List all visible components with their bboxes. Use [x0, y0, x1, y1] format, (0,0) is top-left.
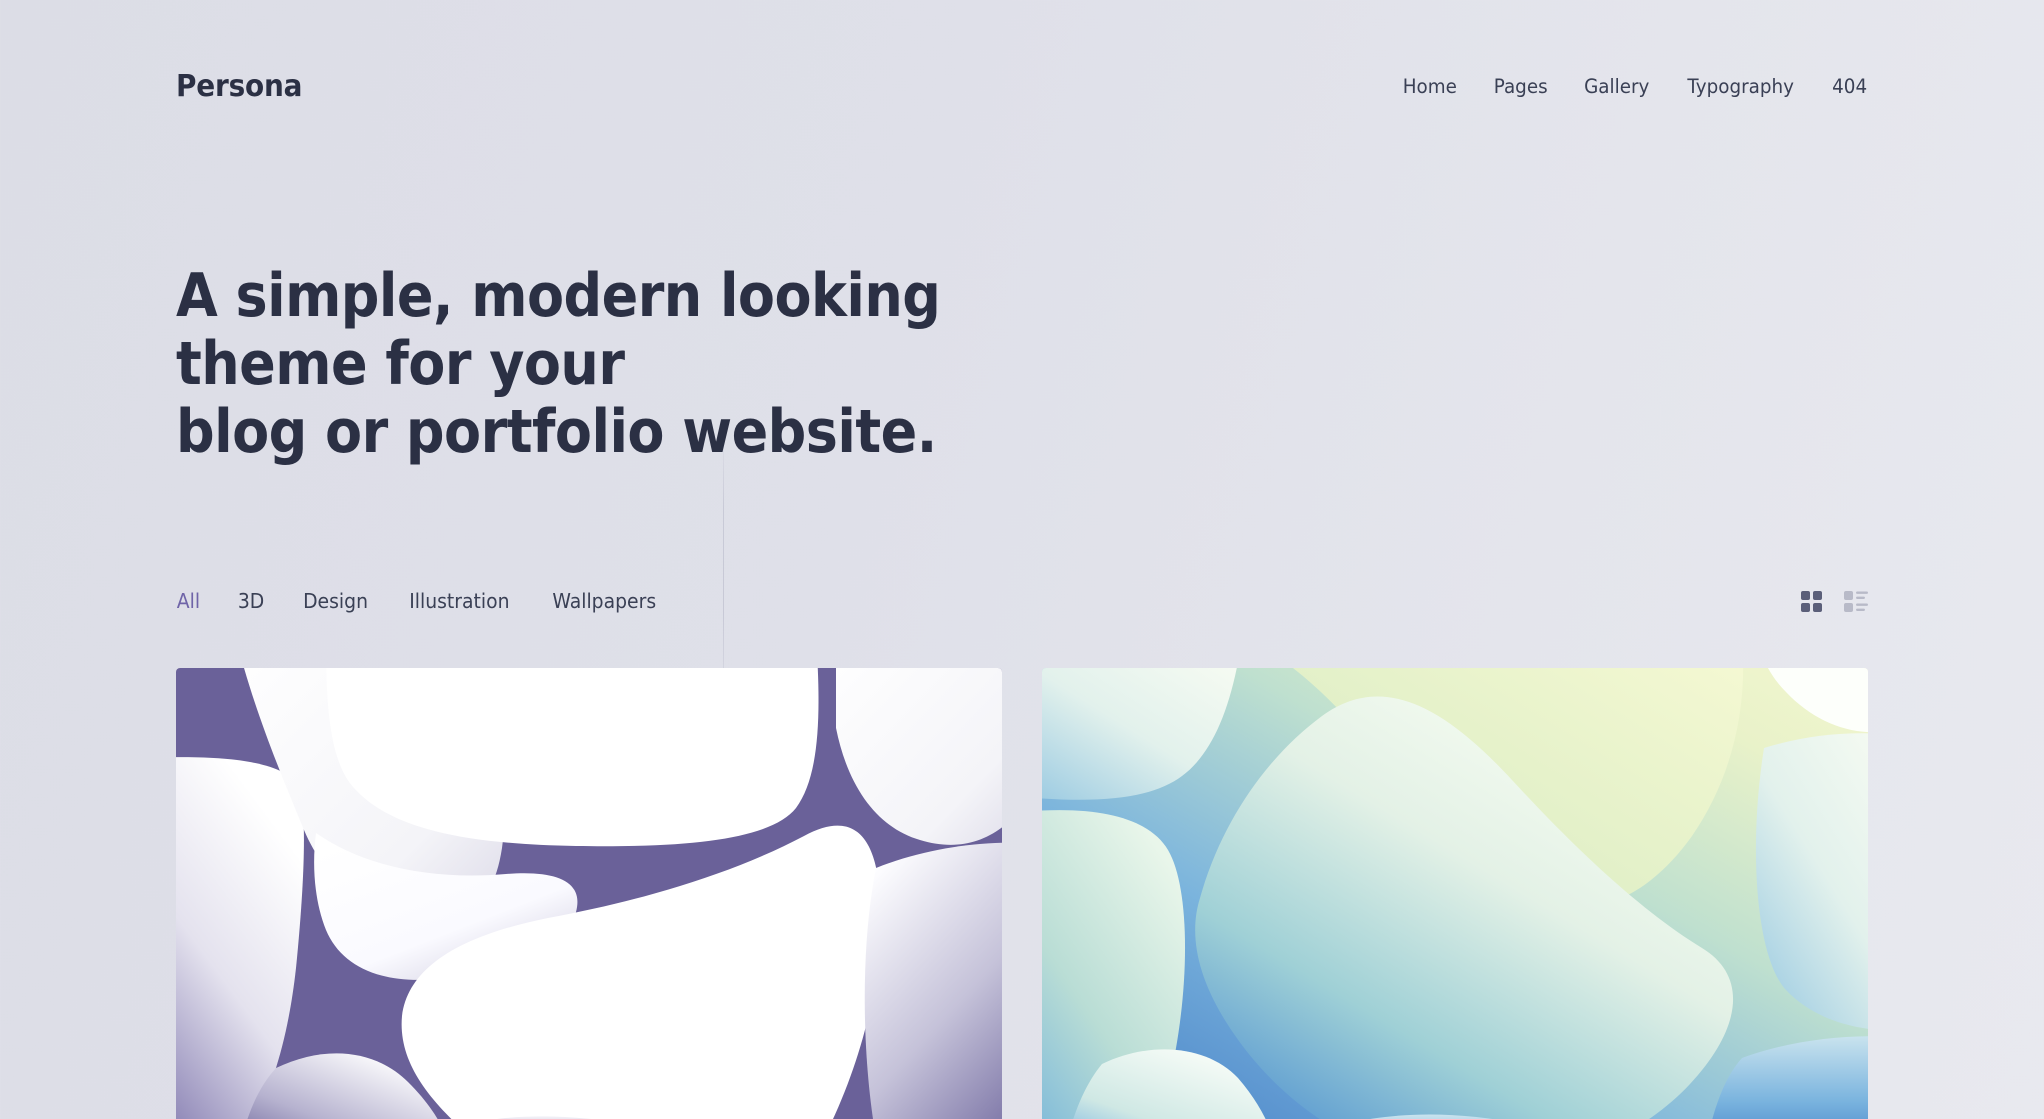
view-toggle-group: [1801, 590, 1868, 612]
filter-list: All 3D Design Illustration Wallpapers: [176, 591, 659, 611]
page-title: A simple, modern looking theme for your …: [176, 262, 1130, 466]
list-view-icon: [1844, 590, 1868, 612]
gallery-grid: [176, 668, 1868, 1119]
grid-view-button[interactable]: [1801, 590, 1822, 612]
nav-list-item: Pages: [1492, 76, 1549, 98]
main-navigation: Home Pages Gallery Typography 404: [1401, 76, 1868, 98]
list-view-button[interactable]: [1844, 590, 1868, 612]
abstract-voronoi-blue-green-image: [1042, 668, 1868, 1119]
filter-item-3d[interactable]: 3D: [238, 591, 264, 611]
filter-item-illustration[interactable]: Illustration: [409, 591, 509, 611]
nav-item-gallery[interactable]: Gallery: [1584, 76, 1649, 97]
gallery-filter-bar: All 3D Design Illustration Wallpapers: [176, 581, 1868, 621]
nav-list-item: Typography: [1684, 76, 1797, 98]
hero-title-line-1: A simple, modern looking theme for your: [176, 261, 941, 399]
hero-divider-line: [723, 430, 724, 690]
hero-section: A simple, modern looking theme for your …: [176, 112, 1868, 466]
brand-logo[interactable]: Persona: [176, 72, 302, 102]
nav-item-404[interactable]: 404: [1832, 76, 1867, 97]
nav-item-typography[interactable]: Typography: [1688, 76, 1795, 97]
page-root: Persona Home Pages Gallery Typography 40…: [0, 0, 2044, 1119]
gallery-item-1[interactable]: [176, 668, 1002, 1119]
nav-list: Home Pages Gallery Typography 404: [1401, 76, 1868, 98]
nav-item-pages[interactable]: Pages: [1493, 76, 1547, 97]
hero-title-line-2: blog or portfolio website.: [176, 397, 937, 467]
filter-item-wallpapers[interactable]: Wallpapers: [552, 591, 656, 611]
abstract-voronoi-purple-image: [176, 668, 1002, 1119]
grid-view-icon: [1801, 590, 1822, 612]
filter-item-all[interactable]: All: [177, 591, 200, 611]
nav-item-home[interactable]: Home: [1403, 76, 1457, 97]
nav-list-item: Home: [1401, 76, 1459, 98]
site-header: Persona Home Pages Gallery Typography 40…: [176, 0, 1868, 112]
nav-list-item: 404: [1831, 76, 1868, 98]
gallery-item-2[interactable]: [1042, 668, 1868, 1119]
nav-list-item: Gallery: [1582, 76, 1651, 98]
filter-item-design[interactable]: Design: [303, 591, 368, 611]
